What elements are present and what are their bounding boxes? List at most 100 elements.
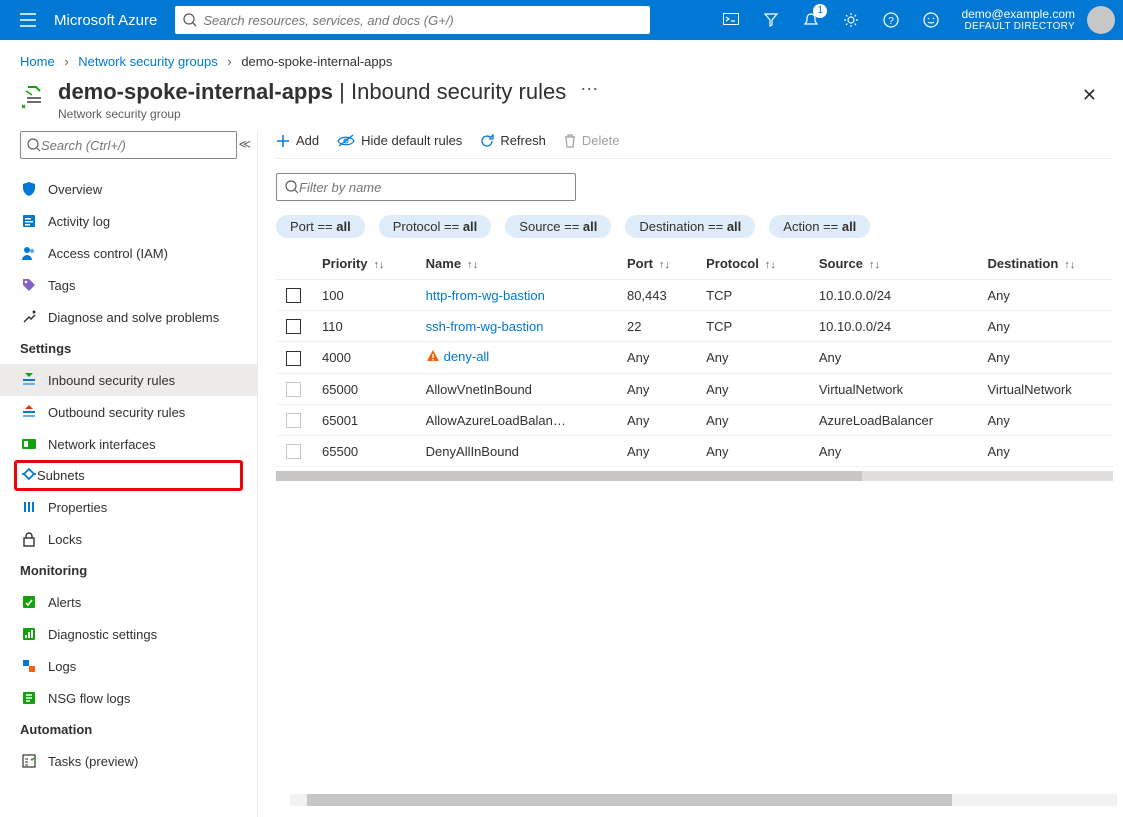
filter-field[interactable] [299,180,567,195]
avatar-icon[interactable] [1087,6,1115,34]
sidebar-item-diagnose[interactable]: Diagnose and solve problems [0,301,257,333]
sidebar-item-diagset[interactable]: Diagnostic settings [0,618,257,650]
row-checkbox[interactable] [286,351,301,366]
sidebar-item-label: Locks [48,532,82,547]
table-row[interactable]: 110 ssh-from-wg-bastion 22 TCP 10.10.0.0… [276,311,1113,342]
table-scrollbar[interactable] [276,471,1113,481]
rule-name-link[interactable]: deny-all [444,349,490,364]
sidebar-search-input[interactable] [41,138,230,153]
sidebar-item-alert[interactable]: Alerts [0,586,257,618]
row-checkbox[interactable] [286,444,301,459]
filter-pill-destination[interactable]: Destination == all [625,215,755,238]
filter-input[interactable] [276,173,576,201]
table-row[interactable]: 65500 DenyAllInBound Any Any Any Any [276,436,1113,467]
directory-filter-icon[interactable] [751,0,791,40]
col-source[interactable]: Source↑↓ [809,248,978,280]
flow-icon [20,689,38,707]
rule-name-link[interactable]: ssh-from-wg-bastion [426,319,544,334]
settings-gear-icon[interactable] [831,0,871,40]
add-button[interactable]: Add [276,133,319,148]
sidebar-item-tag[interactable]: Tags [0,269,257,301]
sidebar-item-inbound[interactable]: Inbound security rules [0,364,257,396]
rule-name: AllowAzureLoadBalan… [426,413,566,428]
sidebar-item-props[interactable]: Properties [0,491,257,523]
account-email: demo@example.com [961,7,1075,21]
svg-text:?: ? [889,16,895,27]
cell-destination: Any [978,405,1114,436]
cell-source: AzureLoadBalancer [809,405,978,436]
account-directory: DEFAULT DIRECTORY [961,21,1075,33]
col-name[interactable]: Name↑↓ [416,248,617,280]
sidebar-item-label: Outbound security rules [48,405,185,420]
sidebar-item-outbound[interactable]: Outbound security rules [0,396,257,428]
sidebar-item-nic[interactable]: Network interfaces [0,428,257,460]
hide-default-rules-button[interactable]: Hide default rules [337,133,462,148]
breadcrumb-nsg[interactable]: Network security groups [78,54,217,69]
page-header: demo-spoke-internal-apps | Inbound secur… [0,75,1123,131]
section-automation: Automation [0,714,257,745]
brand-label[interactable]: Microsoft Azure [48,12,175,29]
row-checkbox[interactable] [286,319,301,334]
sidebar-item-people[interactable]: Access control (IAM) [0,237,257,269]
sidebar-item-label: Logs [48,659,76,674]
cell-source: VirtualNetwork [809,374,978,405]
page-scrollbar[interactable] [290,794,1117,806]
sidebar-item-activity[interactable]: Activity log [0,205,257,237]
cell-protocol: Any [696,374,809,405]
hamburger-icon[interactable] [8,0,48,40]
refresh-icon [480,134,494,148]
col-destination[interactable]: Destination↑↓ [978,248,1114,280]
sidebar-item-logs[interactable]: Logs [0,650,257,682]
search-icon [285,180,299,194]
toolbar: Add Hide default rules Refresh Delete [276,131,1113,159]
activity-icon [20,212,38,230]
people-icon [20,244,38,262]
sidebar-item-flow[interactable]: NSG flow logs [0,682,257,714]
sidebar-item-lock[interactable]: Locks [0,523,257,555]
feedback-icon[interactable] [911,0,951,40]
account-block[interactable]: demo@example.com DEFAULT DIRECTORY [951,7,1081,33]
row-checkbox[interactable] [286,288,301,303]
table-row[interactable]: 100 http-from-wg-bastion 80,443 TCP 10.1… [276,280,1113,311]
rule-name-link[interactable]: http-from-wg-bastion [426,288,545,303]
cell-priority: 65001 [312,405,416,436]
section-monitoring: Monitoring [0,555,257,586]
help-icon[interactable]: ? [871,0,911,40]
filter-pill-protocol[interactable]: Protocol == all [379,215,492,238]
table-row[interactable]: 65000 AllowVnetInBound Any Any VirtualNe… [276,374,1113,405]
notifications-icon[interactable]: 1 [791,0,831,40]
filter-pill-action[interactable]: Action == all [769,215,870,238]
table-row[interactable]: 65001 AllowAzureLoadBalan… Any Any Azure… [276,405,1113,436]
col-protocol[interactable]: Protocol↑↓ [696,248,809,280]
close-icon[interactable]: ✕ [1076,79,1103,112]
cloud-shell-icon[interactable] [711,0,751,40]
topbar: Microsoft Azure 1 ? demo@example.com DEF… [0,0,1123,40]
sidebar-item-label: Activity log [48,214,110,229]
row-checkbox[interactable] [286,382,301,397]
col-priority[interactable]: Priority↑↓ [312,248,416,280]
collapse-sidebar-icon[interactable]: ≪ [238,137,251,151]
sidebar-item-shield[interactable]: Overview [0,173,257,205]
sidebar-item-label: NSG flow logs [48,691,130,706]
col-port[interactable]: Port↑↓ [617,248,696,280]
sidebar-item-subnet[interactable]: Subnets [14,460,243,491]
cell-port: Any [617,374,696,405]
filter-pill-source[interactable]: Source == all [505,215,611,238]
sidebar-item-label: Properties [48,500,107,515]
breadcrumb-home[interactable]: Home [20,54,55,69]
sidebar-item-tasks[interactable]: Tasks (preview) [0,745,257,777]
main-content: Add Hide default rules Refresh Delete Po… [258,131,1123,817]
sidebar-item-label: Inbound security rules [48,373,175,388]
filter-pills: Port == all Protocol == all Source == all D… [276,207,1113,248]
filter-pill-port[interactable]: Port == all [276,215,365,238]
more-actions-icon[interactable]: ⋯ [580,79,598,100]
sidebar-search[interactable] [20,131,237,159]
rules-table-wrap[interactable]: Priority↑↓Name↑↓Port↑↓Protocol↑↓Source↑↓… [276,248,1113,807]
refresh-button[interactable]: Refresh [480,133,546,148]
table-row[interactable]: 4000 deny-all Any Any Any Any [276,342,1113,374]
delete-button: Delete [564,133,620,148]
global-search-input[interactable] [203,13,642,28]
global-search[interactable] [175,6,650,34]
row-checkbox[interactable] [286,413,301,428]
cell-source: 10.10.0.0/24 [809,280,978,311]
